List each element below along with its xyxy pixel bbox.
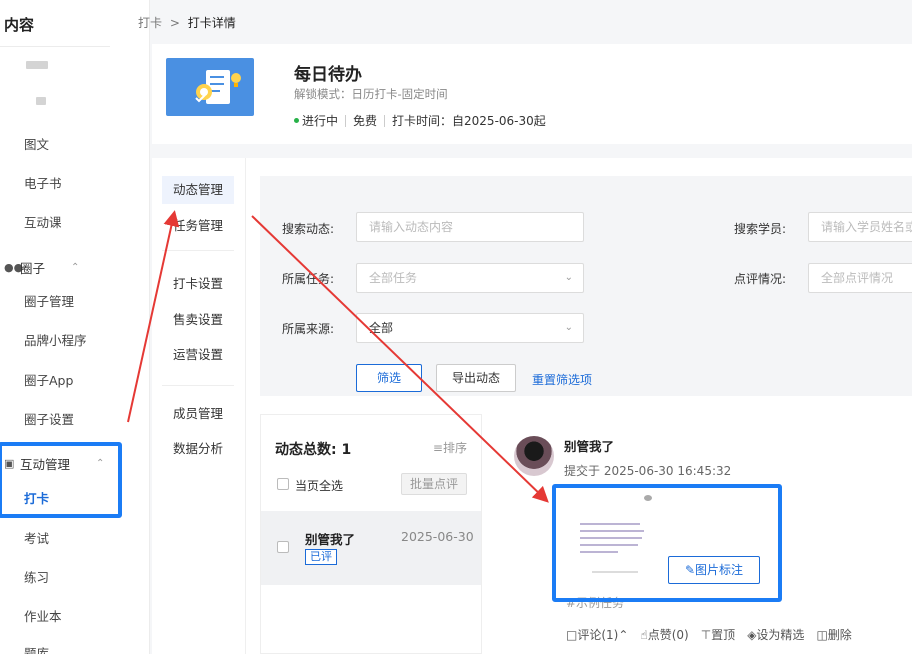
- subnav-members[interactable]: 成员管理: [162, 400, 234, 428]
- sidebar-group-circle[interactable]: ●● 圈子 ⌃: [4, 258, 79, 277]
- sidebar-item-ebook[interactable]: 电子书: [24, 173, 62, 192]
- chevron-down-icon: ⌄: [564, 272, 573, 283]
- main-card: 动态管理 任务管理 打卡设置 售卖设置 运营设置 成员管理 数据分析 搜索动态:…: [152, 158, 912, 654]
- people-icon: ●●: [4, 260, 24, 274]
- task-select[interactable]: 全部任务 ⌄: [356, 263, 584, 293]
- blurred-item: [36, 97, 46, 105]
- export-button[interactable]: 导出动态: [436, 364, 516, 392]
- detail-name: 别管我了: [564, 439, 615, 454]
- status-dot-icon: [294, 118, 299, 123]
- subnav-dynamics[interactable]: 动态管理: [162, 176, 234, 204]
- search-dynamic-label: 搜索动态:: [282, 222, 335, 236]
- filter-panel: 搜索动态: 请输入动态内容 搜索学员: 请输入学员姓名或 所属任务: 全部任务 …: [260, 176, 912, 396]
- highlight-box: [552, 484, 782, 602]
- detail-submitted-time: 提交于 2025-06-30 16:45:32: [564, 464, 732, 478]
- batch-review-button[interactable]: 批量点评: [401, 473, 467, 495]
- sidebar-title: 内容: [4, 16, 35, 34]
- list-item[interactable]: 别管我了 2025-06-30 已评: [261, 511, 481, 585]
- highlight-box: [0, 442, 122, 518]
- checkin-meta: 进行中 免费 打卡时间：自2025-06-30起: [294, 112, 546, 129]
- featured-label: 设为精选: [756, 628, 805, 642]
- task-label: 所属任务:: [282, 272, 335, 286]
- trash-icon: ◫: [816, 628, 828, 642]
- filter-button[interactable]: 筛选: [356, 364, 422, 392]
- pin-action[interactable]: ⊤置顶: [701, 626, 735, 643]
- avatar: [514, 436, 554, 476]
- sidebar-item-exam[interactable]: 考试: [24, 528, 49, 547]
- price-text: 免费: [353, 114, 378, 128]
- checkin-cover-image: [166, 58, 254, 116]
- like-label: 点赞(0): [647, 628, 689, 642]
- featured-action[interactable]: ◈设为精选: [747, 626, 804, 643]
- select-all-label: 当页全选: [295, 479, 344, 493]
- delete-label: 删除: [827, 628, 852, 642]
- task-select-value: 全部任务: [369, 271, 418, 285]
- row-name: 别管我了: [305, 532, 356, 547]
- sidebar: 内容 图文 电子书 互动课 ●● 圈子 ⌃ 圈子管理 品牌小程序 圈子App 圈…: [0, 0, 150, 654]
- status-text: 进行中: [302, 114, 339, 128]
- chevron-up-icon: ⌃: [71, 262, 80, 273]
- checkin-title: 每日待办: [294, 65, 362, 85]
- unlock-mode: 解锁模式：日历打卡-固定时间: [294, 87, 448, 101]
- detail-actions: □评论(1)⌃ ☝点赞(0) ⊤置顶 ◈设为精选 ◫删除: [566, 626, 852, 643]
- subnav: 动态管理 任务管理 打卡设置 售卖设置 运营设置 成员管理 数据分析: [152, 158, 246, 654]
- review-label: 点评情况:: [734, 272, 787, 286]
- subnav-divider: [162, 385, 234, 386]
- comment-action[interactable]: □评论(1)⌃: [566, 626, 628, 643]
- subnav-tasks[interactable]: 任务管理: [162, 212, 234, 240]
- subnav-analytics[interactable]: 数据分析: [162, 435, 234, 463]
- checkin-time: 打卡时间：自2025-06-30起: [392, 114, 546, 128]
- breadcrumb-parent[interactable]: 打卡: [138, 16, 162, 30]
- source-select[interactable]: 全部 ⌄: [356, 313, 584, 343]
- subnav-divider: [162, 250, 234, 251]
- sidebar-item-practice[interactable]: 练习: [24, 567, 49, 586]
- sort-icon: ≡: [432, 441, 443, 455]
- source-label: 所属来源:: [282, 322, 335, 336]
- sort-label: 排序: [442, 441, 467, 455]
- breadcrumb: 打卡 > 打卡详情: [138, 14, 236, 31]
- reset-filter-link[interactable]: 重置筛选项: [532, 371, 592, 388]
- search-student-input[interactable]: 请输入学员姓名或: [808, 212, 912, 242]
- sidebar-item-homework[interactable]: 作业本: [24, 606, 62, 625]
- sidebar-item-circle-app[interactable]: 圈子App: [24, 370, 73, 389]
- sidebar-divider: [0, 46, 110, 47]
- sidebar-item-tuwen[interactable]: 图文: [24, 134, 49, 153]
- sidebar-item-interactive[interactable]: 互动课: [24, 212, 62, 231]
- select-all-checkbox[interactable]: [277, 478, 289, 490]
- reviewed-badge: 已评: [305, 549, 337, 565]
- row-date: 2025-06-30: [401, 529, 474, 544]
- thumb-up-icon: ☝: [640, 628, 648, 642]
- sidebar-group-label: 圈子: [20, 261, 46, 276]
- sidebar-item-question-bank[interactable]: 题库: [24, 643, 49, 654]
- pin-label: 置顶: [711, 628, 736, 642]
- todo-illustration-icon: [195, 70, 241, 104]
- divider: [345, 114, 347, 127]
- divider: [384, 114, 386, 127]
- sort-control[interactable]: ≡排序: [433, 439, 467, 456]
- like-action[interactable]: ☝点赞(0): [640, 626, 688, 643]
- sidebar-item-circle-settings[interactable]: 圈子设置: [24, 409, 74, 428]
- row-checkbox[interactable]: [277, 541, 289, 553]
- breadcrumb-separator: >: [169, 16, 180, 30]
- dynamic-total: 动态总数: 1: [275, 442, 352, 458]
- sidebar-item-brand-mini[interactable]: 品牌小程序: [24, 330, 87, 349]
- comment-label: 评论(1): [577, 628, 619, 642]
- pin-top-icon: ⊤: [700, 628, 712, 642]
- blurred-item: [26, 61, 48, 69]
- chevron-up-icon: ⌃: [618, 628, 629, 642]
- review-select[interactable]: 全部点评情况: [808, 263, 912, 293]
- source-select-value: 全部: [369, 321, 394, 335]
- delete-action[interactable]: ◫删除: [816, 626, 851, 643]
- sidebar-item-circle-manage[interactable]: 圈子管理: [24, 291, 74, 310]
- subnav-ops-settings[interactable]: 运营设置: [162, 341, 234, 369]
- comment-icon: □: [566, 628, 578, 642]
- checkin-header-card: 每日待办 解锁模式：日历打卡-固定时间 进行中 免费 打卡时间：自2025-06…: [152, 44, 912, 144]
- search-student-label: 搜索学员:: [734, 222, 787, 236]
- dynamic-list-panel: 动态总数: 1 ≡排序 当页全选 批量点评 别管我了 2025-06-30 已评: [260, 414, 482, 654]
- chevron-down-icon: ⌄: [564, 322, 573, 333]
- subnav-checkin-settings[interactable]: 打卡设置: [162, 270, 234, 298]
- search-dynamic-input[interactable]: 请输入动态内容: [356, 212, 584, 242]
- breadcrumb-current: 打卡详情: [187, 16, 236, 30]
- subnav-sale-settings[interactable]: 售卖设置: [162, 306, 234, 334]
